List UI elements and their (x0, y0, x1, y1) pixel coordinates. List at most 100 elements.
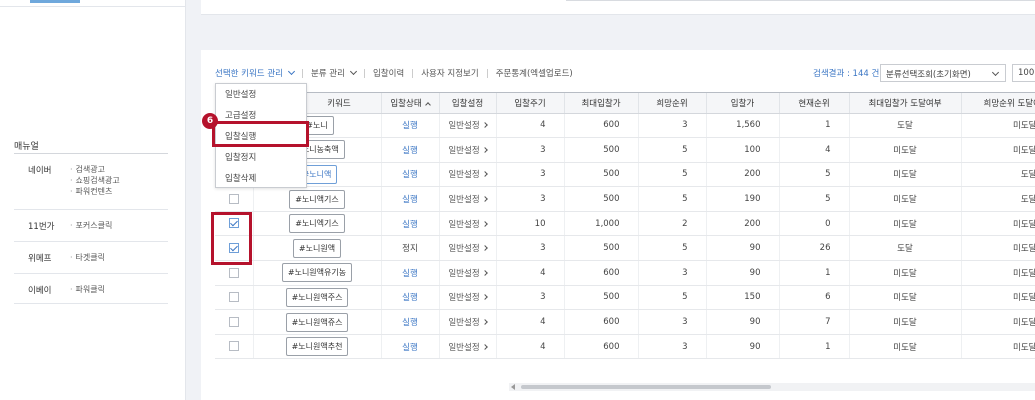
menu-link-search-ad[interactable]: 검색광고 (70, 164, 120, 175)
bid-cell: 90 (706, 235, 780, 262)
target-reached-cell: 미도달 (961, 113, 1035, 139)
bid-status-link[interactable]: 실행 (402, 269, 418, 279)
chevron-right-icon (481, 147, 488, 153)
current-rank-cell: 1 (779, 113, 850, 139)
bid-setting-link[interactable]: 일반설정 (448, 293, 479, 303)
bid-cell: 150 (706, 285, 780, 311)
bid-setting-link[interactable]: 일반설정 (448, 170, 479, 180)
col-header-current-rank[interactable]: 현재순위 (779, 93, 850, 114)
max-reached-cell: 미도달 (849, 285, 962, 311)
menu-link-power-content[interactable]: 파워컨텐츠 (70, 186, 120, 197)
target-reached-cell: 미도달 (961, 211, 1035, 237)
bid-setting-link[interactable]: 일반설정 (448, 146, 479, 156)
keyword-tag[interactable]: #노니원액주스 (285, 287, 349, 307)
col-header-bid-status[interactable]: 입찰상태 (381, 93, 440, 114)
target-reached-cell: 미도달 (961, 334, 1035, 360)
col-header-max-reached[interactable]: 최대입찰가 도달여부 (849, 93, 962, 114)
bid-setting-link[interactable]: 일반설정 (448, 269, 479, 279)
col-header-bid-setting[interactable]: 입찰설정 (439, 93, 497, 114)
horizontal-scrollbar[interactable] (509, 383, 1035, 391)
bid-status-cell: 실행 (381, 334, 440, 360)
order-stats-button[interactable]: 주문통계(엑셀업로드) (496, 67, 573, 79)
keyword-tag[interactable]: #노니원액쥬스 (285, 312, 349, 332)
bid-status-link[interactable]: 실행 (402, 318, 418, 328)
keyword-cell: #노니원액 (253, 235, 382, 262)
col-header-target-rank[interactable]: 희망순위 (638, 93, 707, 114)
col-header-bid-cycle[interactable]: 입찰주기 (496, 93, 565, 114)
chevron-right-icon (481, 196, 488, 202)
bid-status-link[interactable]: 실행 (402, 343, 418, 353)
sidebar: 매뉴얼 네이버 검색광고 쇼핑검색광고 파워컨텐츠 11번가 포커스클릭 위메프… (0, 0, 186, 400)
keyword-cell: #노니액기스 (253, 186, 382, 212)
col-header-max-bid[interactable]: 최대입찰가 (564, 93, 639, 114)
menu-link-shopping-search-ad[interactable]: 쇼핑검색광고 (70, 175, 120, 186)
target-reached-cell: 도달 (961, 162, 1035, 188)
dropdown-item-bid-stop[interactable]: 입찰정지 (225, 151, 256, 163)
col-header-target-reached[interactable]: 희망순위 도달여부 (961, 93, 1035, 114)
chevron-right-icon (481, 343, 488, 350)
category-manage-label: 분류 관리 (310, 69, 345, 79)
bid-status-cell: 실행 (381, 211, 440, 237)
row-checkbox[interactable] (228, 193, 239, 204)
bid-setting-link[interactable]: 일반설정 (448, 121, 479, 131)
bid-cell: 1,560 (706, 113, 780, 139)
bid-setting-link[interactable]: 일반설정 (448, 195, 479, 205)
keyword-tag[interactable]: #노니원액 (292, 238, 342, 258)
bid-cell: 190 (706, 186, 780, 212)
max-reached-cell: 미도달 (849, 334, 962, 360)
page-size-select[interactable]: 100 (1012, 64, 1035, 82)
table-row: #노니원액유기농 실행 일반설정 4 600 3 90 1 미도달 미도달 (215, 260, 1035, 286)
keyword-tag[interactable]: #노니원액유기농 (281, 263, 353, 283)
row-checkbox[interactable] (228, 316, 239, 327)
bid-status-link[interactable]: 정지 (402, 244, 418, 254)
row-checkbox[interactable] (228, 267, 239, 278)
bid-cell: 200 (706, 211, 780, 237)
user-custom-view-button[interactable]: 사용자 지정보기 (421, 67, 478, 79)
bid-status-link[interactable]: 실행 (402, 293, 418, 303)
current-rank-cell: 1 (779, 260, 850, 286)
divider (363, 68, 365, 78)
bid-status-link[interactable]: 실행 (402, 170, 418, 180)
row-checkbox[interactable] (228, 341, 239, 352)
bid-setting-link[interactable]: 일반설정 (448, 318, 479, 328)
current-rank-cell: 7 (779, 309, 850, 335)
max-bid-cell: 500 (564, 186, 639, 212)
selected-keyword-manage-button[interactable]: 선택한 키워드 관리 (215, 67, 296, 79)
bid-status-link[interactable]: 실행 (402, 146, 418, 156)
keyword-tag[interactable]: #노니원액추천 (285, 337, 349, 357)
bid-status-link[interactable]: 실행 (402, 121, 418, 131)
bid-cell: 90 (706, 334, 780, 360)
col-header-bid[interactable]: 입찰가 (706, 93, 780, 114)
table-row: #노니엑기스 실행 일반설정 10 1,000 2 200 0 미도달 미도달 (215, 211, 1035, 237)
dropdown-item-general-setting[interactable]: 일반설정 (225, 88, 256, 100)
bid-setting-link[interactable]: 일반설정 (448, 244, 479, 254)
toolbar: 선택한 키워드 관리 분류 관리 입찰이력 사용자 지정보기 주문통계(엑셀업로… (215, 67, 573, 79)
bid-status-link[interactable]: 실행 (402, 195, 418, 205)
keyword-cell: #노니엑기스 (253, 211, 382, 237)
keyword-tag[interactable]: #노니액기스 (289, 189, 345, 209)
chevron-right-icon (481, 270, 488, 276)
bid-setting-link[interactable]: 일반설정 (448, 343, 479, 353)
view-select[interactable]: 분류선택조회(초기화면) (880, 64, 1006, 82)
menu-group-name: 위메프 (28, 254, 52, 264)
target-reached-cell: 미도달 (961, 309, 1035, 335)
bid-setting-link[interactable]: 일반설정 (448, 220, 479, 230)
category-manage-button[interactable]: 분류 관리 (310, 67, 357, 79)
scroll-left-icon[interactable] (511, 384, 515, 390)
dropdown-item-bid-delete[interactable]: 입찰삭제 (225, 172, 256, 184)
table-row: #노니액기스 실행 일반설정 3 500 5 190 5 미도달 도달 (215, 186, 1035, 212)
dropdown-item-advanced-setting[interactable]: 고급설정 (225, 109, 256, 121)
scrollbar-thumb[interactable] (521, 385, 771, 389)
bid-status-link[interactable]: 실행 (402, 220, 418, 230)
menu-link-target-click[interactable]: 타겟클릭 (70, 252, 105, 263)
keyword-cell: #노니원액추천 (253, 334, 382, 360)
keyword-tag[interactable]: #노니엑기스 (289, 214, 345, 234)
bid-setting-cell: 일반설정 (439, 137, 497, 163)
menu-link-focus-click[interactable]: 포커스클릭 (70, 220, 113, 231)
max-reached-cell: 미도달 (849, 260, 962, 286)
target-rank-cell: 3 (638, 113, 707, 139)
keyword-cell: #노니원액유기농 (253, 260, 382, 286)
row-checkbox[interactable] (228, 292, 239, 303)
menu-link-power-click[interactable]: 파워클릭 (70, 284, 105, 295)
bid-history-button[interactable]: 입찰이력 (373, 67, 404, 79)
